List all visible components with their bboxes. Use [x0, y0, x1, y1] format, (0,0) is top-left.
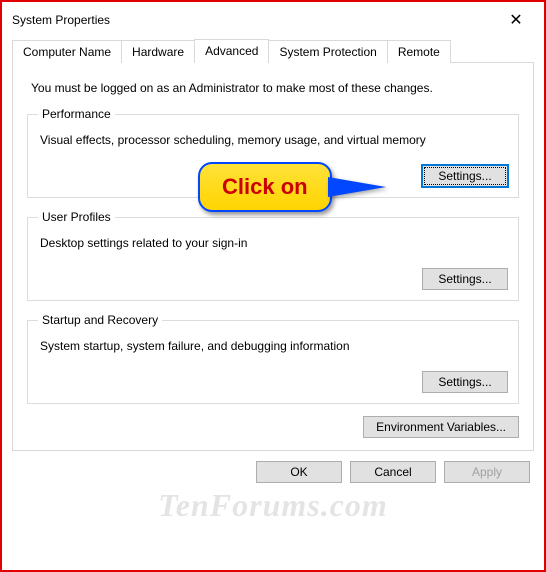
group-user-profiles: User Profiles Desktop settings related t…: [27, 210, 519, 301]
tab-computer-name[interactable]: Computer Name: [12, 40, 122, 63]
tab-system-protection[interactable]: System Protection: [268, 40, 387, 63]
tabs: Computer Name Hardware Advanced System P…: [12, 38, 534, 62]
tab-panel-advanced: You must be logged on as an Administrato…: [12, 62, 534, 451]
startup-recovery-desc: System startup, system failure, and debu…: [40, 339, 506, 353]
startup-recovery-settings-button[interactable]: Settings...: [422, 371, 508, 393]
tab-hardware[interactable]: Hardware: [121, 40, 195, 63]
user-profiles-desc: Desktop settings related to your sign-in: [40, 236, 506, 250]
group-performance-legend: Performance: [38, 107, 115, 121]
environment-variables-button[interactable]: Environment Variables...: [363, 416, 519, 438]
tab-advanced[interactable]: Advanced: [194, 39, 269, 63]
apply-button[interactable]: Apply: [444, 461, 530, 483]
user-profiles-settings-button[interactable]: Settings...: [422, 268, 508, 290]
window-title: System Properties: [12, 13, 110, 27]
performance-desc: Visual effects, processor scheduling, me…: [40, 133, 506, 147]
admin-notice: You must be logged on as an Administrato…: [31, 81, 517, 95]
performance-settings-button[interactable]: Settings...: [422, 165, 508, 187]
group-startup-recovery-legend: Startup and Recovery: [38, 313, 162, 327]
tab-remote[interactable]: Remote: [387, 40, 451, 63]
group-user-profiles-legend: User Profiles: [38, 210, 115, 224]
close-icon[interactable]: ✕: [500, 10, 532, 30]
ok-button[interactable]: OK: [256, 461, 342, 483]
titlebar: System Properties ✕: [2, 2, 544, 38]
group-performance: Performance Visual effects, processor sc…: [27, 107, 519, 198]
group-startup-recovery: Startup and Recovery System startup, sys…: [27, 313, 519, 404]
cancel-button[interactable]: Cancel: [350, 461, 436, 483]
dialog-buttons: OK Cancel Apply: [2, 451, 544, 495]
